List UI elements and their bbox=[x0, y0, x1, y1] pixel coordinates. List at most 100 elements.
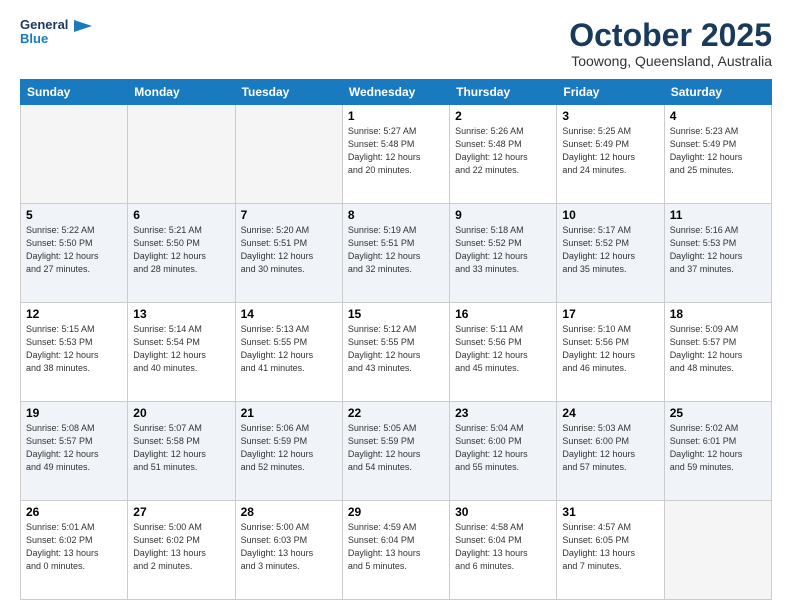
day-number: 1 bbox=[348, 109, 444, 123]
table-row: 14 Sunrise: 5:13 AM Sunset: 5:55 PM Dayli… bbox=[235, 303, 342, 402]
table-row: 25 Sunrise: 5:02 AM Sunset: 6:01 PM Dayli… bbox=[664, 402, 771, 501]
day-info: Sunrise: 5:03 AM Sunset: 6:00 PM Dayligh… bbox=[562, 422, 658, 474]
calendar-week-row: 1 Sunrise: 5:27 AM Sunset: 5:48 PM Daylig… bbox=[21, 105, 772, 204]
day-info: Sunrise: 5:21 AM Sunset: 5:50 PM Dayligh… bbox=[133, 224, 229, 276]
table-row: 5 Sunrise: 5:22 AM Sunset: 5:50 PM Daylig… bbox=[21, 204, 128, 303]
day-info: Sunrise: 5:18 AM Sunset: 5:52 PM Dayligh… bbox=[455, 224, 551, 276]
table-row bbox=[235, 105, 342, 204]
col-tuesday: Tuesday bbox=[235, 80, 342, 105]
table-row: 8 Sunrise: 5:19 AM Sunset: 5:51 PM Daylig… bbox=[342, 204, 449, 303]
day-info: Sunrise: 5:05 AM Sunset: 5:59 PM Dayligh… bbox=[348, 422, 444, 474]
day-info: Sunrise: 5:00 AM Sunset: 6:02 PM Dayligh… bbox=[133, 521, 229, 573]
day-info: Sunrise: 5:19 AM Sunset: 5:51 PM Dayligh… bbox=[348, 224, 444, 276]
calendar-table: Sunday Monday Tuesday Wednesday Thursday… bbox=[20, 79, 772, 600]
col-saturday: Saturday bbox=[664, 80, 771, 105]
table-row: 30 Sunrise: 4:58 AM Sunset: 6:04 PM Dayli… bbox=[450, 501, 557, 600]
table-row: 27 Sunrise: 5:00 AM Sunset: 6:02 PM Dayli… bbox=[128, 501, 235, 600]
day-number: 27 bbox=[133, 505, 229, 519]
calendar-week-row: 5 Sunrise: 5:22 AM Sunset: 5:50 PM Daylig… bbox=[21, 204, 772, 303]
month-title: October 2025 bbox=[569, 18, 772, 53]
table-row: 6Sunrise: 5:21 AM Sunset: 5:50 PM Daylig… bbox=[128, 204, 235, 303]
day-number: 14 bbox=[241, 307, 337, 321]
day-number: 3 bbox=[562, 109, 658, 123]
day-info: Sunrise: 5:22 AM Sunset: 5:50 PM Dayligh… bbox=[26, 224, 122, 276]
calendar-week-row: 26 Sunrise: 5:01 AM Sunset: 6:02 PM Dayli… bbox=[21, 501, 772, 600]
day-number: 12 bbox=[26, 307, 122, 321]
location: Toowong, Queensland, Australia bbox=[569, 53, 772, 69]
day-number: 16 bbox=[455, 307, 551, 321]
day-info: Sunrise: 5:20 AM Sunset: 5:51 PM Dayligh… bbox=[241, 224, 337, 276]
table-row: 7Sunrise: 5:20 AM Sunset: 5:51 PM Daylig… bbox=[235, 204, 342, 303]
table-row: 12 Sunrise: 5:15 AM Sunset: 5:53 PM Dayli… bbox=[21, 303, 128, 402]
logo: General Blue bbox=[20, 18, 92, 47]
calendar-page: General Blue October 2025 Toowong, Queen… bbox=[0, 0, 792, 612]
day-info: Sunrise: 5:01 AM Sunset: 6:02 PM Dayligh… bbox=[26, 521, 122, 573]
day-info: Sunrise: 5:26 AM Sunset: 5:48 PM Dayligh… bbox=[455, 125, 551, 177]
table-row: 20 Sunrise: 5:07 AM Sunset: 5:58 PM Dayli… bbox=[128, 402, 235, 501]
table-row: 13Sunrise: 5:14 AM Sunset: 5:54 PM Dayli… bbox=[128, 303, 235, 402]
day-info: Sunrise: 5:07 AM Sunset: 5:58 PM Dayligh… bbox=[133, 422, 229, 474]
day-info: Sunrise: 5:02 AM Sunset: 6:01 PM Dayligh… bbox=[670, 422, 766, 474]
day-number: 15 bbox=[348, 307, 444, 321]
day-number: 5 bbox=[26, 208, 122, 222]
calendar-week-row: 12 Sunrise: 5:15 AM Sunset: 5:53 PM Dayli… bbox=[21, 303, 772, 402]
day-number: 21 bbox=[241, 406, 337, 420]
day-number: 11 bbox=[670, 208, 766, 222]
title-block: October 2025 Toowong, Queensland, Austra… bbox=[569, 18, 772, 69]
table-row: 29 Sunrise: 4:59 AM Sunset: 6:04 PM Dayli… bbox=[342, 501, 449, 600]
table-row: 3 Sunrise: 5:25 AM Sunset: 5:49 PM Daylig… bbox=[557, 105, 664, 204]
day-number: 30 bbox=[455, 505, 551, 519]
day-info: Sunrise: 5:06 AM Sunset: 5:59 PM Dayligh… bbox=[241, 422, 337, 474]
day-number: 20 bbox=[133, 406, 229, 420]
day-number: 10 bbox=[562, 208, 658, 222]
day-info: Sunrise: 5:11 AM Sunset: 5:56 PM Dayligh… bbox=[455, 323, 551, 375]
calendar-week-row: 19Sunrise: 5:08 AM Sunset: 5:57 PM Dayli… bbox=[21, 402, 772, 501]
table-row: 28 Sunrise: 5:00 AM Sunset: 6:03 PM Dayli… bbox=[235, 501, 342, 600]
day-number: 26 bbox=[26, 505, 122, 519]
header: General Blue October 2025 Toowong, Queen… bbox=[20, 18, 772, 69]
table-row: 18Sunrise: 5:09 AM Sunset: 5:57 PM Dayli… bbox=[664, 303, 771, 402]
day-number: 13 bbox=[133, 307, 229, 321]
day-number: 28 bbox=[241, 505, 337, 519]
day-number: 24 bbox=[562, 406, 658, 420]
day-info: Sunrise: 4:57 AM Sunset: 6:05 PM Dayligh… bbox=[562, 521, 658, 573]
table-row: 15 Sunrise: 5:12 AM Sunset: 5:55 PM Dayli… bbox=[342, 303, 449, 402]
day-info: Sunrise: 4:58 AM Sunset: 6:04 PM Dayligh… bbox=[455, 521, 551, 573]
table-row: 24 Sunrise: 5:03 AM Sunset: 6:00 PM Dayli… bbox=[557, 402, 664, 501]
table-row: 17Sunrise: 5:10 AM Sunset: 5:56 PM Dayli… bbox=[557, 303, 664, 402]
table-row: 9Sunrise: 5:18 AM Sunset: 5:52 PM Daylig… bbox=[450, 204, 557, 303]
day-number: 19 bbox=[26, 406, 122, 420]
day-info: Sunrise: 5:00 AM Sunset: 6:03 PM Dayligh… bbox=[241, 521, 337, 573]
day-info: Sunrise: 5:27 AM Sunset: 5:48 PM Dayligh… bbox=[348, 125, 444, 177]
table-row bbox=[664, 501, 771, 600]
col-thursday: Thursday bbox=[450, 80, 557, 105]
col-monday: Monday bbox=[128, 80, 235, 105]
calendar-header-row: Sunday Monday Tuesday Wednesday Thursday… bbox=[21, 80, 772, 105]
day-number: 17 bbox=[562, 307, 658, 321]
day-info: Sunrise: 5:23 AM Sunset: 5:49 PM Dayligh… bbox=[670, 125, 766, 177]
day-info: Sunrise: 4:59 AM Sunset: 6:04 PM Dayligh… bbox=[348, 521, 444, 573]
day-info: Sunrise: 5:15 AM Sunset: 5:53 PM Dayligh… bbox=[26, 323, 122, 375]
table-row: 2 Sunrise: 5:26 AM Sunset: 5:48 PM Daylig… bbox=[450, 105, 557, 204]
table-row: 31Sunrise: 4:57 AM Sunset: 6:05 PM Dayli… bbox=[557, 501, 664, 600]
day-number: 18 bbox=[670, 307, 766, 321]
table-row: 21 Sunrise: 5:06 AM Sunset: 5:59 PM Dayli… bbox=[235, 402, 342, 501]
day-number: 22 bbox=[348, 406, 444, 420]
day-number: 25 bbox=[670, 406, 766, 420]
table-row: 19Sunrise: 5:08 AM Sunset: 5:57 PM Dayli… bbox=[21, 402, 128, 501]
table-row: 4 Sunrise: 5:23 AM Sunset: 5:49 PM Daylig… bbox=[664, 105, 771, 204]
day-number: 2 bbox=[455, 109, 551, 123]
table-row: 22 Sunrise: 5:05 AM Sunset: 5:59 PM Dayli… bbox=[342, 402, 449, 501]
table-row: 16 Sunrise: 5:11 AM Sunset: 5:56 PM Dayli… bbox=[450, 303, 557, 402]
day-info: Sunrise: 5:12 AM Sunset: 5:55 PM Dayligh… bbox=[348, 323, 444, 375]
col-friday: Friday bbox=[557, 80, 664, 105]
day-info: Sunrise: 5:13 AM Sunset: 5:55 PM Dayligh… bbox=[241, 323, 337, 375]
table-row: 11Sunrise: 5:16 AM Sunset: 5:53 PM Dayli… bbox=[664, 204, 771, 303]
day-info: Sunrise: 5:17 AM Sunset: 5:52 PM Dayligh… bbox=[562, 224, 658, 276]
day-number: 4 bbox=[670, 109, 766, 123]
day-number: 29 bbox=[348, 505, 444, 519]
table-row: 23Sunrise: 5:04 AM Sunset: 6:00 PM Dayli… bbox=[450, 402, 557, 501]
day-number: 8 bbox=[348, 208, 444, 222]
day-number: 23 bbox=[455, 406, 551, 420]
day-info: Sunrise: 5:25 AM Sunset: 5:49 PM Dayligh… bbox=[562, 125, 658, 177]
